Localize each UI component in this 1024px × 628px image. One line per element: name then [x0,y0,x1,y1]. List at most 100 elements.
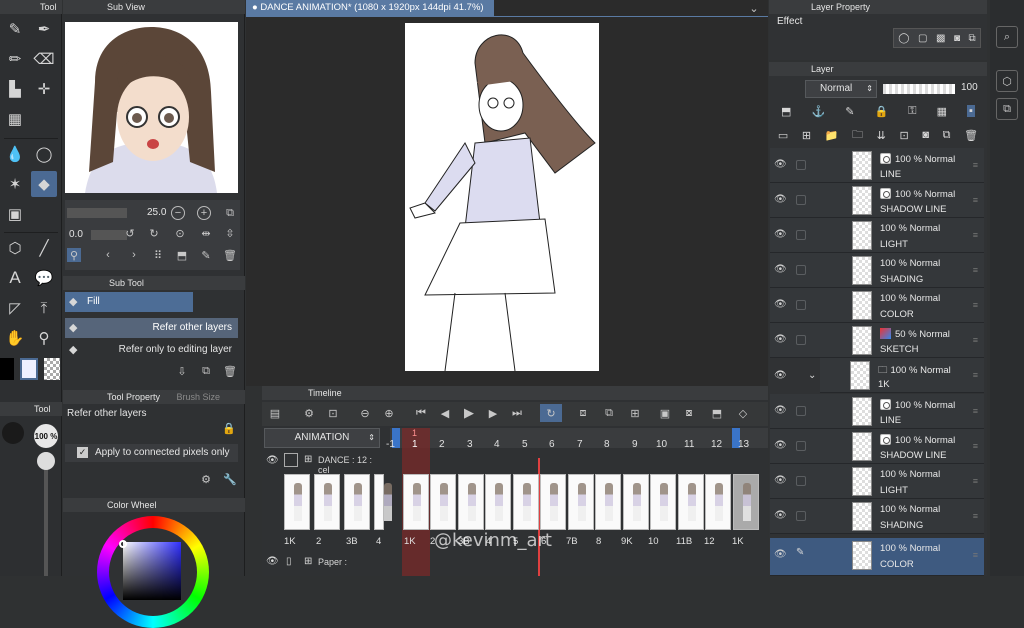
brush-size-dot[interactable] [2,422,24,444]
eye-icon[interactable]: 👁 [774,229,788,240]
assign-cel-icon[interactable]: ⧉ [602,406,616,420]
layer-checkbox[interactable] [796,230,806,240]
border-effect-icon[interactable]: ◯ [898,33,909,44]
eye-icon[interactable]: 👁 [774,194,788,205]
cel-light-table-icon[interactable]: ⧇ [682,406,696,420]
drag-handle-icon[interactable]: ≡ [973,230,978,240]
fill-bucket-icon[interactable]: ▙ [2,76,28,102]
layer-color-icon[interactable]: ◙ [954,33,960,44]
eye-icon[interactable]: 👁 [774,475,788,486]
main-color-swatch[interactable] [0,358,14,380]
reference-icon[interactable]: ⚓ [811,105,825,118]
drag-handle-icon[interactable]: ≡ [973,476,978,486]
layer-checkbox[interactable] [796,195,806,205]
lock-icon[interactable]: 🔒 [222,422,236,435]
layer-row-selected[interactable]: 👁 ✎ 100 % Normal COLOR ≡ [770,538,984,576]
eraser-icon[interactable]: ⌫ [31,46,57,72]
opacity-slider[interactable] [883,84,955,94]
subtool-duplicate-icon[interactable]: ⧉ [199,364,213,378]
new-animation-folder-icon[interactable]: 🗀 [852,126,863,145]
keyframe-icon[interactable]: ⬒ [710,406,724,420]
line-icon[interactable]: ╱ [31,235,57,261]
folder-eye-icon[interactable]: 👁 [774,370,787,381]
fill-icon[interactable]: ◆ [31,171,57,197]
cel[interactable] [705,474,731,530]
layer-row[interactable]: 👁 100 % Normal SHADOW LINE ≡ [770,183,984,218]
subtool-download-icon[interactable]: ⇩ [175,364,189,378]
color-wheel[interactable] [97,516,209,628]
balloon-icon[interactable]: 💬 [31,265,57,291]
zoom-in-icon[interactable]: + [197,206,211,220]
drag-handle-icon[interactable]: ≡ [973,406,978,416]
prev-frame-icon[interactable]: ◀ [438,406,452,420]
palette-color-icon[interactable]: ▪ [967,105,975,117]
next-frame-icon[interactable]: ▶ [486,406,500,420]
layer-folder-row[interactable]: ⌄ 🗀 100 % Normal 1K ≡ [808,358,984,393]
last-frame-icon[interactable]: ⏭ [510,406,524,420]
lock-layer-icon[interactable]: 🔒 [874,105,888,118]
layer-row[interactable]: 👁 100 % Normal SHADING ≡ [770,253,984,288]
layer-checkbox[interactable] [796,265,806,275]
eye-icon[interactable]: 👁 [774,264,788,275]
zoom-out-icon[interactable]: − [171,206,185,220]
preview-thumb[interactable] [344,474,370,530]
angle-slider[interactable] [91,230,127,240]
layer-row[interactable]: 👁 100 % Normal LINE ≡ [770,148,984,183]
expand-icon[interactable]: ⊞ [304,454,312,465]
drawing-canvas[interactable] [405,23,599,371]
drag-handle-icon[interactable]: ≡ [973,550,978,560]
paper-track-row[interactable]: 👁 ▯ ⊞ Paper : [264,554,384,572]
delete-image-icon[interactable]: 🗑 [223,248,237,262]
canvas-tab[interactable]: ● DANCE ANIMATION* (1080 x 1920px 144dpi… [246,0,494,16]
frame-border-icon[interactable]: ◸ [2,295,28,321]
pen-icon[interactable]: ✎ [2,16,28,42]
blend-mode-select[interactable]: Normal ⇕ [805,80,877,98]
keyframe-toggle-icon[interactable]: ◇ [736,406,750,420]
tool-settings-icon[interactable]: ⚙ [199,472,213,486]
eye-icon[interactable]: 👁 [266,556,279,567]
timeline-zoom-in-icon[interactable]: ⊕ [382,406,396,420]
delete-layer-icon[interactable]: 🗑 [964,129,978,142]
preview-thumb[interactable] [374,474,392,530]
clip-icon[interactable]: ⬒ [781,105,791,118]
reference-image[interactable] [65,22,238,193]
layer-checkbox[interactable] [796,441,806,451]
eye-icon[interactable]: 👁 [774,440,788,451]
rotate-right-icon[interactable]: ↻ [147,226,161,240]
drag-handle-icon[interactable]: ≡ [973,441,978,451]
drag-handle-icon[interactable]: ≡ [973,511,978,521]
materials-icon[interactable]: ⬡ [996,70,1018,92]
cel[interactable] [458,474,484,530]
ruler-icon[interactable]: ⤒ [31,295,57,321]
layer-row[interactable]: 👁 100 % Normal LIGHT ≡ [770,464,984,499]
reduce-icon[interactable]: ⧉ [969,33,976,44]
timeline-frame-icon[interactable]: ⊡ [326,406,340,420]
animation-selector[interactable]: ANIMATION ⇕ [264,428,380,448]
figure-icon[interactable]: ⬡ [2,235,28,261]
eye-icon[interactable]: 👁 [774,159,788,170]
hand-icon[interactable]: ✋ [2,325,28,351]
pencil-icon[interactable]: ✏ [2,46,28,72]
move-icon[interactable]: ✛ [31,76,57,102]
layer-row[interactable]: 👁 100 % Normal COLOR ≡ [770,288,984,323]
chevron-down-icon[interactable]: ⌄ [746,0,762,16]
layers-stack-icon[interactable]: ⧉ [996,98,1018,120]
draft-icon[interactable]: ✎ [845,105,854,118]
loop-icon[interactable]: ↻ [540,404,562,422]
subtool-item-fill[interactable]: ◆ Fill [65,292,193,312]
layer-row[interactable]: 👁 50 % Normal SKETCH ≡ [770,323,984,358]
copy-layer-icon[interactable]: ⧉ [943,129,951,142]
lock-transparency-icon[interactable]: ⚿ [908,105,916,118]
gradient-icon[interactable]: ▣ [2,201,28,227]
layer-row[interactable]: 👁 100 % Normal SHADOW LINE ≡ [770,429,984,464]
transparent-color-swatch[interactable] [44,358,60,380]
cel[interactable] [623,474,649,530]
effect-buttons[interactable]: ◯ ▢ ▩ ◙ ⧉ [893,28,981,48]
apply-connected-checkbox[interactable]: ✓ Apply to connected pixels only [65,444,238,462]
brush-opacity-slider[interactable] [37,452,55,576]
drag-handle-icon[interactable]: ≡ [973,335,978,345]
rotate-left-icon[interactable]: ↺ [123,226,137,240]
subtool-item-refer-other[interactable]: ◆ Refer other layers [65,318,238,338]
tone-icon[interactable]: ▩ [936,33,945,44]
cel[interactable] [540,474,566,530]
